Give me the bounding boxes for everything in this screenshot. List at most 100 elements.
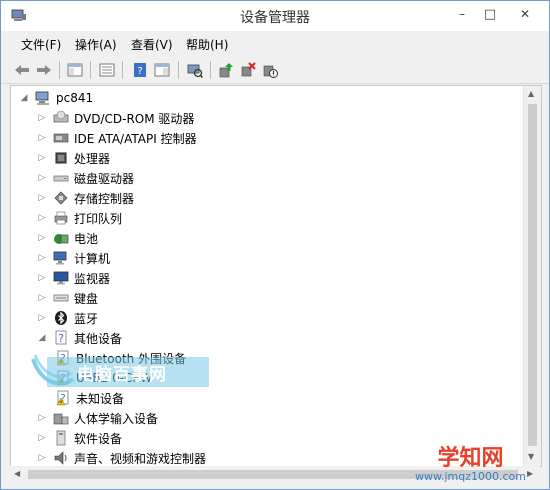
expand-arrow-icon[interactable]: ▷ xyxy=(37,253,47,263)
disk-drive-icon xyxy=(53,170,69,186)
collapse-arrow-icon[interactable]: ◢ xyxy=(37,333,47,343)
update-driver-icon[interactable] xyxy=(217,61,235,79)
tree-item-label: 其他设备 xyxy=(74,331,123,346)
properties-icon[interactable] xyxy=(98,61,116,79)
tree-category-item[interactable]: ▷ 监视器 xyxy=(37,268,110,288)
tree-category-item[interactable]: ▷ 磁盘驱动器 xyxy=(37,168,134,188)
processor-icon xyxy=(53,150,69,166)
back-icon[interactable] xyxy=(13,61,31,79)
expand-arrow-icon[interactable]: ▷ xyxy=(37,273,47,283)
tree-category-item[interactable]: ▷ 电池 xyxy=(37,228,98,248)
toolbar-separator xyxy=(122,61,123,79)
computer-icon xyxy=(35,90,51,106)
tree-item-label: IDE ATA/ATAPI 控制器 xyxy=(74,131,197,146)
menu-view[interactable]: 查看(V) xyxy=(131,36,173,53)
tree-category-item[interactable]: ▷ IDE ATA/ATAPI 控制器 xyxy=(37,128,197,148)
maximize-button[interactable]: □ xyxy=(473,3,507,25)
console-tree-icon[interactable] xyxy=(66,61,84,79)
expand-arrow-icon[interactable]: ▷ xyxy=(37,153,47,163)
tree-item-label: 磁盘驱动器 xyxy=(74,171,135,186)
action-pane-icon[interactable] xyxy=(153,61,171,79)
tree-item-label: 软件设备 xyxy=(74,431,123,446)
expand-arrow-icon[interactable]: ▷ xyxy=(37,213,47,223)
menu-action[interactable]: 操作(A) xyxy=(75,36,117,53)
tree-item-label: 监视器 xyxy=(74,271,111,286)
expand-arrow-icon[interactable]: ▷ xyxy=(37,413,47,423)
expand-arrow-icon[interactable]: ▷ xyxy=(37,453,47,463)
menu-bar: 文件(F) 操作(A) 查看(V) 帮助(H) xyxy=(1,33,549,55)
tree-category-item[interactable]: ▷ 人体学输入设备 xyxy=(37,408,158,428)
watermark-right-url: www.jmqz1000.com xyxy=(415,470,526,483)
tree-item-label: DVD/CD-ROM 驱动器 xyxy=(74,111,195,126)
scroll-up-icon[interactable]: ▲ xyxy=(528,89,534,98)
tree-item-label: 蓝牙 xyxy=(74,311,99,326)
other-devices-icon: ? xyxy=(53,330,69,346)
tree-category-item[interactable]: ▷ 蓝牙 xyxy=(37,308,98,328)
toolbar-separator xyxy=(90,61,91,79)
close-button[interactable]: ✕ xyxy=(505,3,545,25)
svg-text:?: ? xyxy=(137,66,142,77)
title-bar[interactable]: 设备管理器 – □ ✕ xyxy=(1,1,549,31)
expand-arrow-icon[interactable]: ▷ xyxy=(37,113,47,123)
menu-help[interactable]: 帮助(H) xyxy=(186,36,228,53)
tree-category-item[interactable]: ▷ 声音、视频和游戏控制器 xyxy=(37,448,207,466)
device-tree: ◢ pc841 ▷ DVD/CD-ROM 驱动器 ▷ IDE ATA/ATAPI 控制… xyxy=(10,85,542,467)
uninstall-device-icon[interactable] xyxy=(239,61,257,79)
scroll-right-icon[interactable]: ▶ xyxy=(527,469,533,478)
computer-icon xyxy=(53,250,69,266)
tree-category-item[interactable]: ▷ 处理器 xyxy=(37,148,110,168)
watermark-right-title: 学知网 xyxy=(437,446,504,471)
tree-item-label: 处理器 xyxy=(74,151,111,166)
tree-category-item[interactable]: ▷ 存储控制器 xyxy=(37,188,134,208)
printer-icon xyxy=(53,210,69,226)
expand-arrow-icon[interactable]: ▷ xyxy=(37,193,47,203)
menu-file[interactable]: 文件(F) xyxy=(21,36,61,53)
dvd-drive-icon xyxy=(53,110,69,126)
sound-icon xyxy=(53,450,69,466)
bluetooth-icon xyxy=(53,310,69,326)
tree-item-label: 声音、视频和游戏控制器 xyxy=(74,451,207,466)
storage-controller-icon xyxy=(53,190,69,206)
software-device-icon xyxy=(53,430,69,446)
tree-item-label: 存储控制器 xyxy=(74,191,135,206)
tree-category-item[interactable]: ▷ 软件设备 xyxy=(37,428,122,448)
unknown-device-warning-icon: ? xyxy=(55,390,71,406)
tree-category-item[interactable]: ▷ 计算机 xyxy=(37,248,110,268)
expand-arrow-icon[interactable]: ▷ xyxy=(37,313,47,323)
tree-item-label: 打印队列 xyxy=(74,211,123,226)
scan-hardware-icon[interactable] xyxy=(186,61,204,79)
watermark-left: 电脑百事网 xyxy=(47,357,209,387)
svg-text:?: ? xyxy=(58,332,64,345)
expand-arrow-icon[interactable]: ▷ xyxy=(37,173,47,183)
expand-arrow-icon[interactable]: ▷ xyxy=(37,233,47,243)
tree-category-item[interactable]: ◢? 其他设备 xyxy=(37,328,122,348)
help-icon[interactable]: ? xyxy=(131,61,149,79)
scroll-left-icon[interactable]: ◀ xyxy=(14,469,20,478)
tree-category-item[interactable]: ▷ 键盘 xyxy=(37,288,98,308)
battery-icon xyxy=(53,230,69,246)
device-manager-window: 设备管理器 – □ ✕ 文件(F) 操作(A) 查看(V) 帮助(H) ? ◢ … xyxy=(0,0,550,490)
disable-device-icon[interactable] xyxy=(261,61,279,79)
watermark-right: 学知网 www.jmqz1000.com xyxy=(415,447,526,483)
collapse-arrow-icon[interactable]: ◢ xyxy=(19,93,29,103)
tree-child-item[interactable]: ? 未知设备 xyxy=(55,388,124,408)
ide-controller-icon xyxy=(53,130,69,146)
root-label: pc841 xyxy=(56,91,94,105)
toolbar: ? xyxy=(1,57,549,84)
forward-icon[interactable] xyxy=(35,61,53,79)
keyboard-icon xyxy=(53,290,69,306)
expand-arrow-icon[interactable]: ▷ xyxy=(37,293,47,303)
expand-arrow-icon[interactable]: ▷ xyxy=(37,433,47,443)
tree-item-label: 未知设备 xyxy=(76,391,125,406)
vertical-scroll-thumb[interactable] xyxy=(528,104,537,446)
tree-root[interactable]: ◢ pc841 xyxy=(19,88,93,108)
tree-item-label: 电池 xyxy=(74,231,99,246)
monitor-icon xyxy=(53,270,69,286)
tree-category-item[interactable]: ▷ 打印队列 xyxy=(37,208,122,228)
tree-item-label: 计算机 xyxy=(74,251,111,266)
scroll-down-icon[interactable]: ▼ xyxy=(528,452,534,461)
vertical-scrollbar[interactable]: ▲ ▼ xyxy=(523,86,541,466)
tree-category-item[interactable]: ▷ DVD/CD-ROM 驱动器 xyxy=(37,108,194,128)
expand-arrow-icon[interactable]: ▷ xyxy=(37,133,47,143)
toolbar-separator xyxy=(59,61,60,79)
